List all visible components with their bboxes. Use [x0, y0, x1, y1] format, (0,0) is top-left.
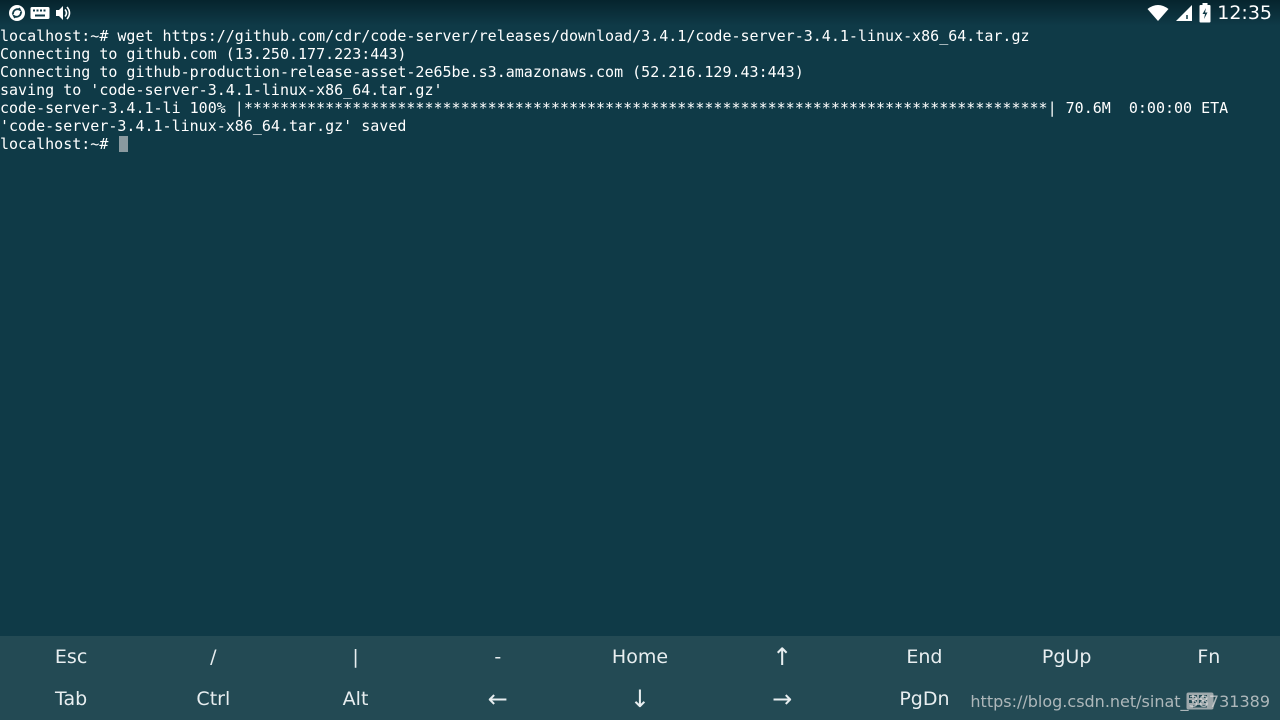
- key-pipe[interactable]: |: [284, 636, 426, 678]
- key-up-arrow[interactable]: ↑: [711, 636, 853, 678]
- volume-icon: [54, 4, 72, 22]
- status-clock: 12:35: [1217, 2, 1272, 24]
- terminal-line-command: localhost:~# wget https://github.com/cdr…: [0, 27, 1030, 45]
- key-right-arrow[interactable]: →: [711, 678, 853, 720]
- key-left-arrow[interactable]: ←: [427, 678, 569, 720]
- key-fn[interactable]: Fn: [1138, 636, 1280, 678]
- terminal-output[interactable]: localhost:~# wget https://github.com/cdr…: [0, 27, 1280, 633]
- sync-icon: [8, 4, 26, 22]
- terminal-line-connect-s3: Connecting to github-production-release-…: [0, 63, 804, 81]
- terminal-line-progress: code-server-3.4.1-li 100% |*************…: [0, 99, 1229, 117]
- battery-icon: [1199, 3, 1211, 23]
- watermark-url: https://blog.csdn.net/sinat_38731389: [970, 692, 1270, 711]
- key-slash[interactable]: /: [142, 636, 284, 678]
- key-esc[interactable]: Esc: [0, 636, 142, 678]
- key-pgup[interactable]: PgUp: [996, 636, 1138, 678]
- cell-signal-icon: [1175, 4, 1193, 22]
- terminal-line-saved: 'code-server-3.4.1-linux-x86_64.tar.gz' …: [0, 117, 407, 135]
- terminal-prompt: localhost:~#: [0, 135, 118, 153]
- status-left-icons: [8, 4, 72, 22]
- extra-keys-bar: Esc / | - Home ↑ End PgUp Fn Tab Ctrl Al…: [0, 636, 1280, 720]
- key-home[interactable]: Home: [569, 636, 711, 678]
- terminal-line-connect-github: Connecting to github.com (13.250.177.223…: [0, 45, 407, 63]
- wifi-icon: [1147, 4, 1169, 22]
- terminal-cursor: [119, 136, 129, 152]
- key-alt[interactable]: Alt: [284, 678, 426, 720]
- status-bar: 12:35: [0, 0, 1280, 26]
- extra-keys-row-1: Esc / | - Home ↑ End PgUp Fn: [0, 636, 1280, 678]
- keyboard-icon: [30, 6, 50, 20]
- key-dash[interactable]: -: [427, 636, 569, 678]
- key-down-arrow[interactable]: ↓: [569, 678, 711, 720]
- terminal-prompt-line[interactable]: localhost:~#: [0, 135, 1280, 153]
- key-ctrl[interactable]: Ctrl: [142, 678, 284, 720]
- key-tab[interactable]: Tab: [0, 678, 142, 720]
- key-end[interactable]: End: [853, 636, 995, 678]
- status-right-icons: 12:35: [1147, 1, 1272, 25]
- terminal-line-saving: saving to 'code-server-3.4.1-linux-x86_6…: [0, 81, 443, 99]
